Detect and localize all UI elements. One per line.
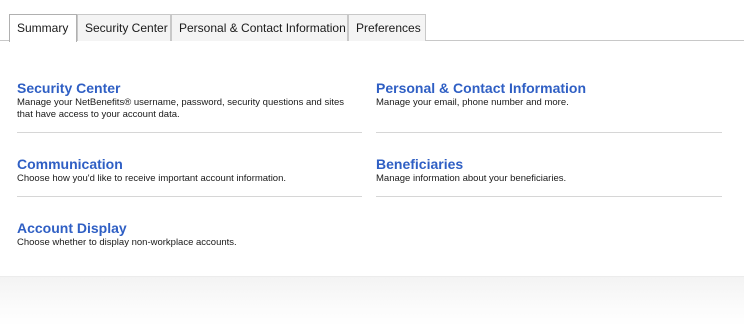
beneficiaries-link[interactable]: Beneficiaries <box>376 156 721 172</box>
beneficiaries-card: Beneficiaries Manage information about y… <box>376 156 721 185</box>
tab-security-center[interactable]: Security Center <box>77 14 171 41</box>
account-display-link[interactable]: Account Display <box>17 220 362 236</box>
security-center-link[interactable]: Security Center <box>17 80 362 96</box>
tab-personal-contact-information[interactable]: Personal & Contact Information <box>171 14 348 41</box>
account-display-description: Choose whether to display non-workplace … <box>17 237 237 248</box>
security-center-description: Manage your NetBenefits® username, passw… <box>17 97 344 120</box>
communication-link[interactable]: Communication <box>17 156 362 172</box>
footer-area <box>0 276 744 326</box>
communication-description: Choose how you'd like to receive importa… <box>17 173 287 184</box>
tab-preferences[interactable]: Preferences <box>348 14 426 41</box>
tab-summary[interactable]: Summary <box>9 14 77 42</box>
personal-contact-description: Manage your email, phone number and more… <box>376 97 569 108</box>
divider <box>376 132 722 133</box>
security-center-card: Security Center Manage your NetBenefits®… <box>17 80 362 121</box>
divider <box>17 196 362 197</box>
divider <box>17 132 362 133</box>
divider <box>376 196 722 197</box>
account-display-card: Account Display Choose whether to displa… <box>17 220 362 249</box>
communication-card: Communication Choose how you'd like to r… <box>17 156 362 185</box>
personal-contact-card: Personal & Contact Information Manage yo… <box>376 80 721 109</box>
tab-bar: Summary Security Center Personal & Conta… <box>0 0 744 42</box>
personal-contact-link[interactable]: Personal & Contact Information <box>376 80 721 96</box>
beneficiaries-description: Manage information about your beneficiar… <box>376 173 567 184</box>
